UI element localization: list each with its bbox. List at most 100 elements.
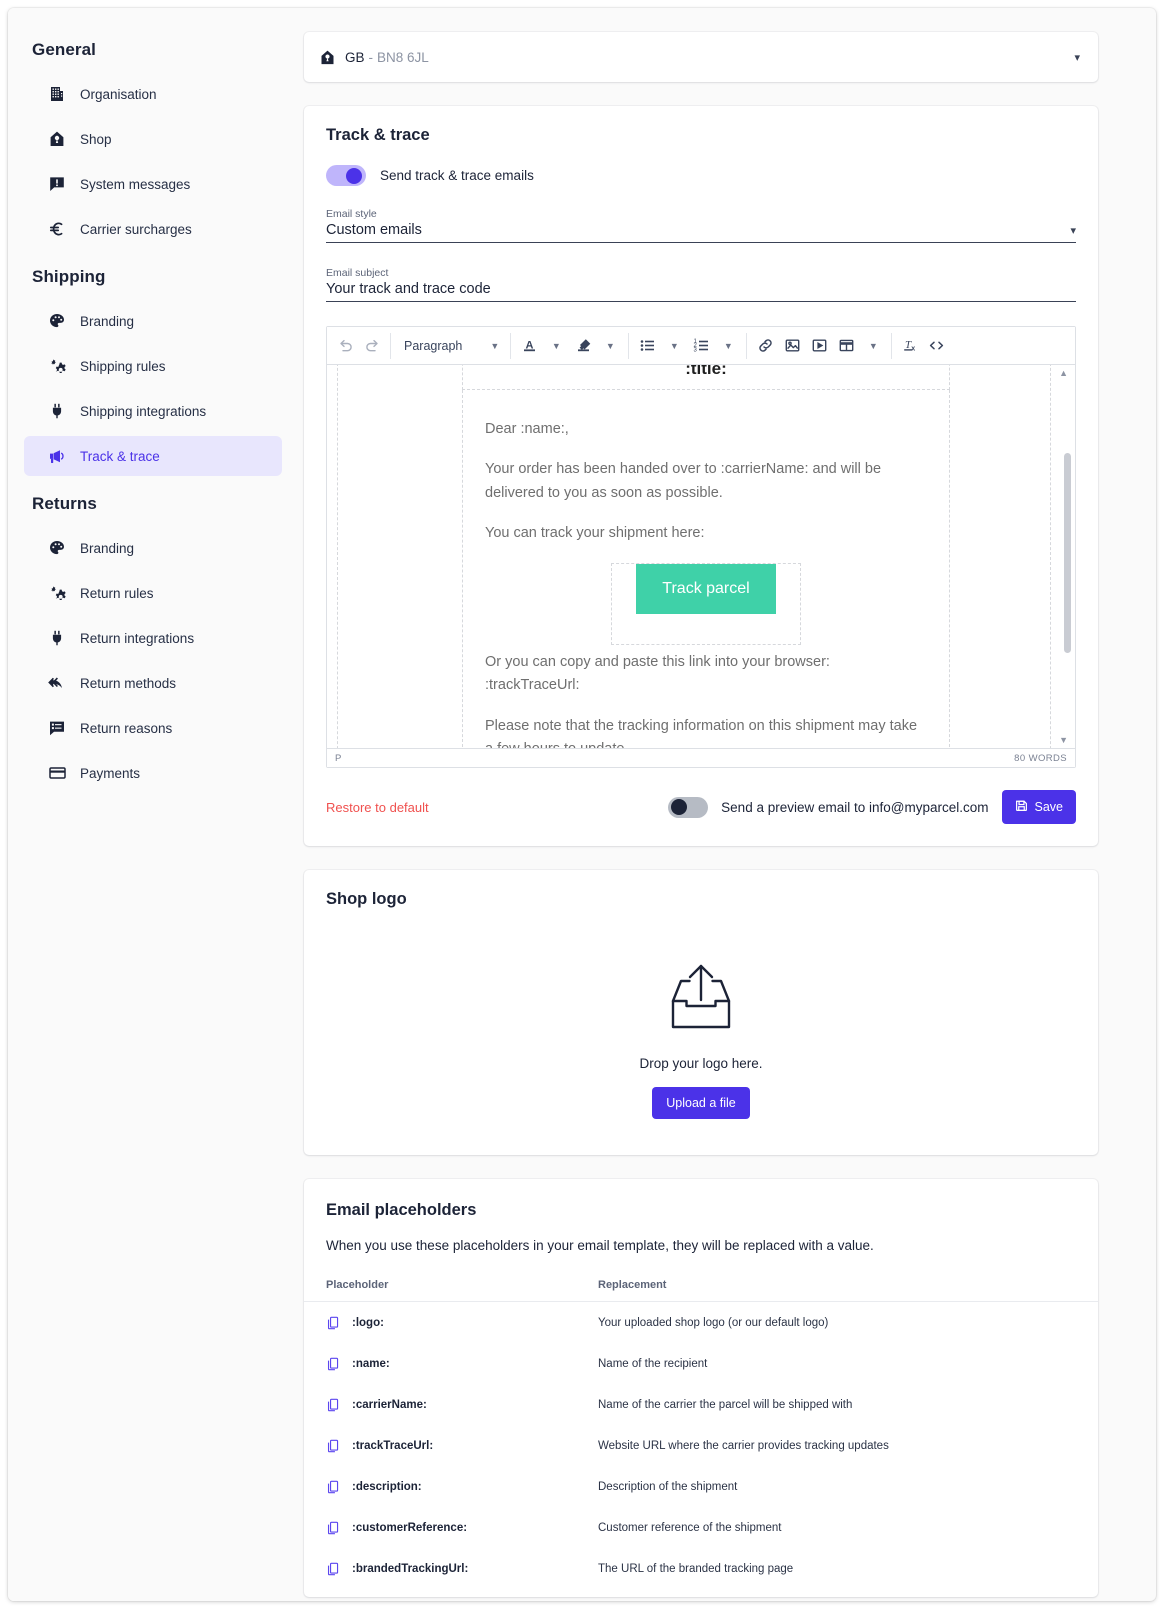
send-preview-email-toggle[interactable] [668, 796, 709, 818]
column-header-placeholder: Placeholder [326, 1279, 389, 1291]
email-paragraph: Or you can copy and paste this link into… [485, 653, 830, 694]
sidebar-item-shipping-branding[interactable]: Branding [24, 301, 282, 341]
upload-tray-icon [664, 963, 738, 1038]
bullet-list-icon[interactable] [634, 333, 660, 359]
shop-selector-card: GB - BN8 6JL ▾ [304, 32, 1098, 82]
email-subject-input[interactable] [326, 281, 1076, 297]
copy-icon[interactable] [326, 1439, 340, 1453]
chevron-down-icon[interactable]: ▼ [661, 333, 687, 359]
table-row: :name: Name of the recipient [304, 1343, 1098, 1384]
email-title-placeholder: :title: [685, 365, 727, 378]
save-button[interactable]: Save [1001, 790, 1076, 824]
sidebar-item-shipping-rules[interactable]: Shipping rules [24, 346, 282, 386]
chevron-down-icon[interactable]: ▼ [597, 333, 623, 359]
sidebar-item-label: Return methods [80, 675, 177, 691]
copy-icon[interactable] [326, 1521, 340, 1535]
text-color-icon[interactable]: A [516, 333, 542, 359]
copy-icon[interactable] [326, 1562, 340, 1576]
toolbar-divider [628, 332, 630, 359]
toolbar-divider [746, 332, 748, 359]
scroll-up-arrow-icon[interactable]: ▲ [1059, 368, 1068, 378]
logo-dropzone[interactable]: Drop your logo here. Upload a file [326, 929, 1076, 1125]
sidebar-item-return-rules[interactable]: Return rules [24, 573, 282, 613]
email-placeholders-card: Email placeholders When you use these pl… [304, 1179, 1098, 1597]
building-icon [48, 85, 66, 103]
send-track-trace-emails-toggle[interactable] [326, 165, 366, 186]
sidebar-item-shipping-integrations[interactable]: Shipping integrations [24, 391, 282, 431]
placeholder-replacement: The URL of the branded tracking page [598, 1562, 794, 1575]
copy-icon[interactable] [326, 1398, 340, 1412]
chevron-down-icon[interactable]: ▼ [543, 333, 569, 359]
upload-file-button[interactable]: Upload a file [652, 1087, 750, 1119]
sidebar-item-return-methods[interactable]: Return methods [24, 663, 282, 703]
block-format-value: Paragraph [404, 338, 463, 353]
chevron-down-icon[interactable]: ▼ [715, 333, 741, 359]
scrollbar-thumb[interactable] [1064, 453, 1071, 653]
placeholder-key: :brandedTrackingUrl: [352, 1562, 469, 1575]
chevron-down-icon[interactable]: ▾ [1074, 51, 1080, 64]
email-style-label: Email style [326, 208, 377, 220]
send-emails-row: Send track & trace emails [326, 165, 1076, 186]
image-icon[interactable] [779, 333, 805, 359]
email-body-editor: Paragraph ▼ A ▼ ▼ ▼ 123 ▼ ▼ T x:title: … [326, 326, 1076, 768]
sidebar-item-shop[interactable]: Shop [24, 119, 282, 159]
copy-icon[interactable] [326, 1480, 340, 1494]
sidebar-item-label: Return integrations [80, 630, 195, 646]
undo-icon[interactable] [333, 333, 359, 359]
sidebar-item-label: Return rules [80, 585, 154, 601]
save-icon [1015, 799, 1028, 815]
sidebar-item-organisation[interactable]: Organisation [24, 74, 282, 114]
sidebar-item-label: Shipping integrations [80, 403, 207, 419]
scroll-down-arrow-icon[interactable]: ▼ [1059, 735, 1068, 745]
video-icon[interactable] [806, 333, 832, 359]
euro-icon [48, 220, 66, 238]
toolbar-divider [510, 332, 512, 359]
track-trace-card: Track & trace Send track & trace emails … [304, 106, 1098, 846]
credit-card-icon [48, 764, 66, 782]
message-alert-icon [48, 175, 66, 193]
numbered-list-icon[interactable]: 123 [688, 333, 714, 359]
email-paragraph: Your order has been handed over to :carr… [485, 461, 882, 501]
shop-country-code: GB [345, 49, 365, 65]
table-row: :description: Description of the shipmen… [304, 1466, 1098, 1507]
chevron-down-icon[interactable]: ▾ [1070, 224, 1076, 237]
copy-icon[interactable] [326, 1357, 340, 1371]
source-code-icon[interactable] [923, 333, 949, 359]
restore-to-default-link[interactable]: Restore to default [326, 800, 429, 815]
copy-icon[interactable] [326, 1316, 340, 1330]
redo-icon[interactable] [359, 333, 385, 359]
table-icon[interactable] [833, 333, 859, 359]
block-format-select[interactable]: Paragraph ▼ [396, 333, 505, 359]
placeholder-replacement: Your uploaded shop logo (or our default … [598, 1316, 829, 1329]
track-parcel-button[interactable]: Track parcel [636, 563, 776, 614]
link-icon[interactable] [752, 333, 778, 359]
sidebar-item-track-trace[interactable]: Track & trace [24, 436, 282, 476]
sidebar-item-carrier-surcharges[interactable]: Carrier surcharges [24, 209, 282, 249]
plug-icon [48, 402, 66, 420]
table-row: :customerReference: Customer reference o… [304, 1507, 1098, 1548]
sidebar-item-label: System messages [80, 176, 191, 192]
sidebar-item-system-messages[interactable]: System messages [24, 164, 282, 204]
sidebar-item-return-reasons[interactable]: Return reasons [24, 708, 282, 748]
sidebar-item-label: Carrier surcharges [80, 221, 192, 237]
clear-formatting-icon[interactable]: Tx [897, 333, 923, 359]
editor-word-count: 80 WORDS [1014, 752, 1067, 764]
editor-scrollbar[interactable]: ▲ ▼ [1059, 368, 1071, 745]
sidebar-item-label: Track & trace [80, 448, 160, 464]
sidebar-item-label: Branding [80, 540, 135, 556]
plug-icon [48, 629, 66, 647]
sidebar-group-title-general: General [32, 40, 97, 59]
sidebar-item-label: Shipping rules [80, 358, 166, 374]
shop-postcode: BN8 6JL [377, 49, 429, 65]
sidebar-item-returns-branding[interactable]: Branding [24, 528, 282, 568]
email-style-select[interactable]: Custom emails ▾ [326, 222, 1076, 243]
table-row: :carrierName: Name of the carrier the pa… [304, 1384, 1098, 1425]
shop-selector[interactable]: GB - BN8 6JL ▾ [304, 32, 1098, 82]
editor-body[interactable]: :title: Dear :name:, Your order has been… [327, 365, 1075, 748]
track-trace-actions: Restore to default Send a preview email … [326, 790, 1076, 824]
placeholder-replacement: Customer reference of the shipment [598, 1521, 782, 1534]
sidebar-item-return-integrations[interactable]: Return integrations [24, 618, 282, 658]
chevron-down-icon[interactable]: ▼ [860, 333, 886, 359]
highlight-color-icon[interactable] [570, 333, 596, 359]
sidebar-item-payments[interactable]: Payments [24, 753, 282, 793]
